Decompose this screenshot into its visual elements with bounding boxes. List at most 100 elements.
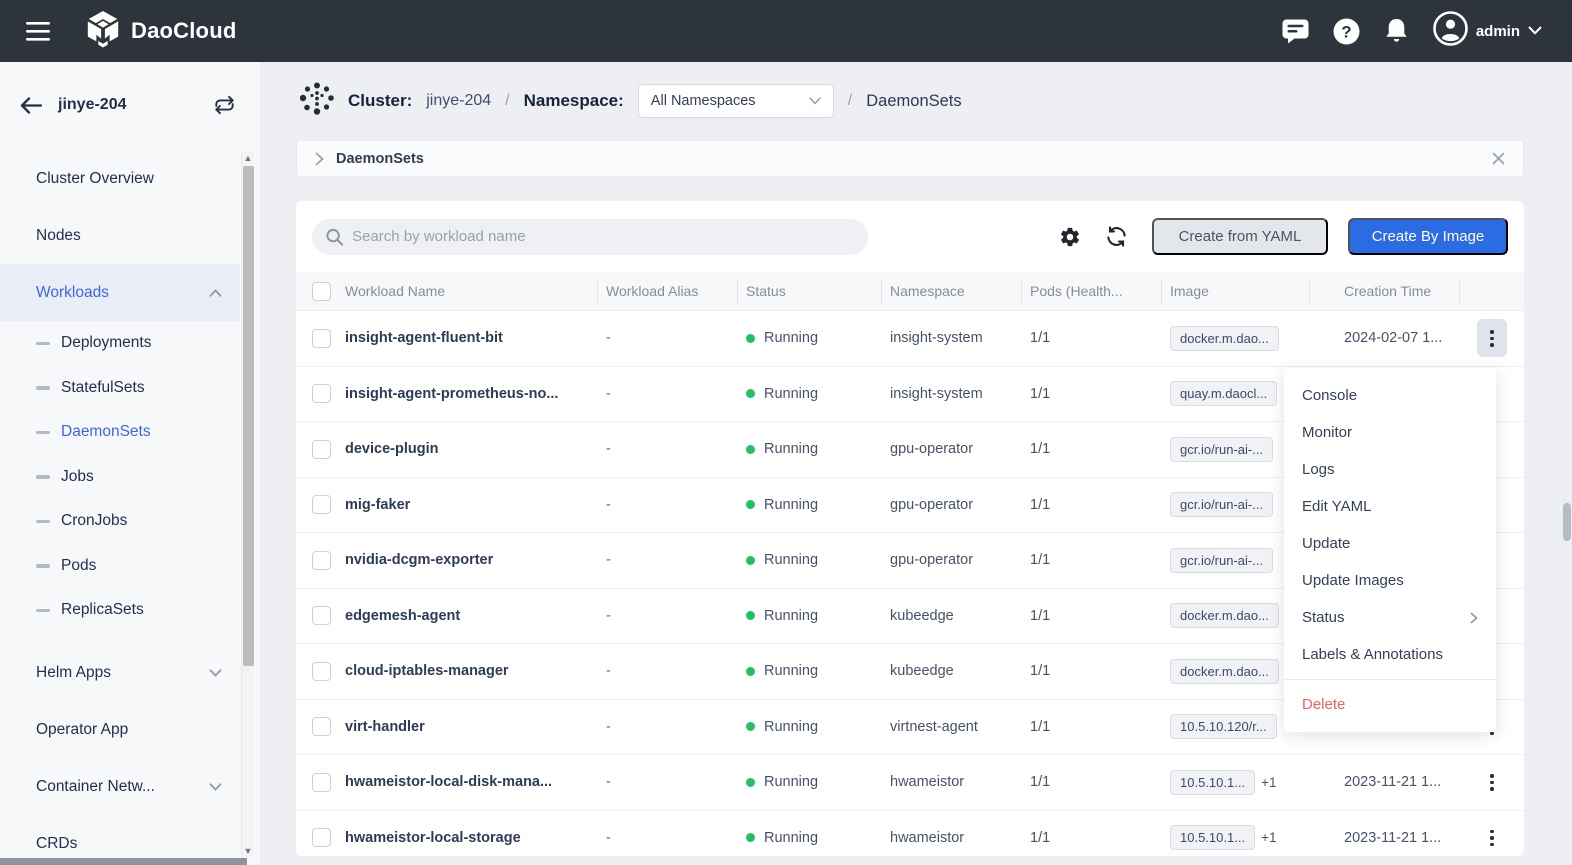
page-scrollbar-thumb[interactable] xyxy=(1563,503,1571,541)
scroll-down-arrow-icon[interactable]: ▼ xyxy=(242,845,254,857)
row-checkbox[interactable] xyxy=(312,440,331,459)
sidebar-item-cronjobs[interactable]: CronJobs xyxy=(0,499,240,544)
image-chip: 10.5.10.1... xyxy=(1170,825,1255,850)
row-checkbox[interactable] xyxy=(312,717,331,736)
user-menu[interactable]: admin xyxy=(1433,11,1542,51)
workload-name-link[interactable]: edgemesh-agent xyxy=(344,608,598,624)
menu-item-logs[interactable]: Logs xyxy=(1284,451,1496,488)
workload-name-link[interactable]: insight-agent-fluent-bit xyxy=(344,330,598,346)
col-pods[interactable]: Pods (Health... xyxy=(1022,279,1162,304)
hamburger-icon[interactable] xyxy=(26,22,50,41)
bell-icon[interactable] xyxy=(1384,18,1409,45)
col-image[interactable]: Image xyxy=(1162,279,1310,304)
status-dot-icon xyxy=(746,833,755,842)
menu-item-console[interactable]: Console xyxy=(1284,377,1496,414)
menu-item-labels-annotations[interactable]: Labels & Annotations xyxy=(1284,636,1496,673)
chat-icon[interactable] xyxy=(1282,19,1309,44)
brand[interactable]: DaoCloud xyxy=(84,10,236,53)
back-arrow-icon[interactable] xyxy=(20,97,42,114)
workload-name-link[interactable]: nvidia-dcgm-exporter xyxy=(344,552,598,568)
chevron-right-icon[interactable] xyxy=(315,152,324,166)
menu-item-update[interactable]: Update xyxy=(1284,525,1496,562)
sidebar-item-container-netw[interactable]: Container Netw... xyxy=(0,759,240,816)
image-chip: docker.m.dao... xyxy=(1170,603,1279,628)
status-dot-icon xyxy=(746,722,755,731)
status-dot-icon xyxy=(746,445,755,454)
create-by-image-button[interactable]: Create By Image xyxy=(1348,218,1508,255)
col-creation-time[interactable]: Creation Time xyxy=(1310,279,1460,304)
col-namespace[interactable]: Namespace xyxy=(882,279,1022,304)
chevron-down-icon xyxy=(809,97,821,105)
scroll-up-arrow-icon[interactable]: ▲ xyxy=(242,152,254,164)
namespace-select[interactable]: All Namespaces xyxy=(638,84,834,118)
sidebar-horizontal-scrollbar[interactable] xyxy=(0,858,247,865)
sidebar-item-pods[interactable]: Pods xyxy=(0,544,240,589)
sidebar-item-replicasets[interactable]: ReplicaSets xyxy=(0,588,240,633)
create-from-yaml-button[interactable]: Create from YAML xyxy=(1152,218,1328,255)
sidebar-item-crds[interactable]: CRDs xyxy=(0,816,240,856)
sidebar-item-nodes[interactable]: Nodes xyxy=(0,207,240,264)
cluster-value: jinye-204 xyxy=(426,92,491,110)
row-checkbox[interactable] xyxy=(312,495,331,514)
kebab-menu-button[interactable] xyxy=(1477,819,1507,856)
workload-alias: - xyxy=(598,830,738,846)
help-icon[interactable]: ? xyxy=(1333,18,1360,45)
row-checkbox[interactable] xyxy=(312,551,331,570)
search-box[interactable] xyxy=(312,219,868,255)
menu-item-update-images[interactable]: Update Images xyxy=(1284,562,1496,599)
menu-item-status[interactable]: Status xyxy=(1284,599,1496,636)
menu-item-delete[interactable]: Delete xyxy=(1284,686,1496,723)
sidebar-item-workloads[interactable]: Workloads xyxy=(0,264,240,321)
kebab-menu-button[interactable] xyxy=(1477,763,1507,801)
sidebar-item-jobs[interactable]: Jobs xyxy=(0,455,240,500)
menu-item-edit-yaml[interactable]: Edit YAML xyxy=(1284,488,1496,525)
row-checkbox[interactable] xyxy=(312,773,331,792)
gear-icon[interactable] xyxy=(1052,219,1088,255)
workload-name-link[interactable]: device-plugin xyxy=(344,441,598,457)
status-cell: Running xyxy=(738,663,882,679)
sidebar-item-helm-apps[interactable]: Helm Apps xyxy=(0,645,240,702)
workload-name-link[interactable]: hwameistor-local-storage xyxy=(344,830,598,846)
row-checkbox[interactable] xyxy=(312,329,331,348)
kebab-menu-button[interactable] xyxy=(1477,319,1507,357)
sidebar-item-statefulsets[interactable]: StatefulSets xyxy=(0,366,240,411)
sidebar-vertical-scrollbar[interactable]: ▲ ▼ xyxy=(241,152,254,857)
breadcrumb-separator: / xyxy=(848,92,852,110)
image-chip: quay.m.daocl... xyxy=(1170,381,1277,406)
page-scrollbar[interactable] xyxy=(1562,62,1572,865)
scrollbar-thumb[interactable] xyxy=(243,166,254,666)
sidebar-item-daemonsets[interactable]: DaemonSets xyxy=(0,410,240,455)
workload-name-link[interactable]: insight-agent-prometheus-no... xyxy=(344,386,598,402)
search-input[interactable] xyxy=(352,228,854,245)
sidebar-item-operator-app[interactable]: Operator App xyxy=(0,702,240,759)
close-icon[interactable] xyxy=(1492,152,1505,165)
row-checkbox[interactable] xyxy=(312,606,331,625)
image-chip: gcr.io/run-ai-... xyxy=(1170,492,1273,517)
row-checkbox[interactable] xyxy=(312,828,331,847)
workload-name-link[interactable]: mig-faker xyxy=(344,497,598,513)
workload-name-link[interactable]: hwameistor-local-disk-mana... xyxy=(344,774,598,790)
status-dot-icon xyxy=(746,667,755,676)
select-all-checkbox[interactable] xyxy=(312,282,331,301)
sidebar-item-deployments[interactable]: Deployments xyxy=(0,321,240,366)
swap-cluster-icon[interactable] xyxy=(213,95,236,115)
col-workload-name[interactable]: Workload Name xyxy=(344,279,598,304)
sidebar-item-cluster-overview[interactable]: Cluster Overview xyxy=(0,150,240,207)
table-toolbar: Create from YAML Create By Image xyxy=(296,201,1524,272)
image-chip: gcr.io/run-ai-... xyxy=(1170,437,1273,462)
workload-name-link[interactable]: virt-handler xyxy=(344,719,598,735)
menu-item-monitor[interactable]: Monitor xyxy=(1284,414,1496,451)
cluster-dots-icon xyxy=(300,82,334,121)
image-cell: 10.5.10.1...+1 xyxy=(1162,825,1310,850)
pods-cell: 1/1 xyxy=(1022,386,1162,402)
row-checkbox[interactable] xyxy=(312,662,331,681)
pods-cell: 1/1 xyxy=(1022,330,1162,346)
row-checkbox[interactable] xyxy=(312,384,331,403)
table-header: Workload Name Workload Alias Status Name… xyxy=(296,272,1524,311)
tab-title[interactable]: DaemonSets xyxy=(336,151,424,167)
workload-name-link[interactable]: cloud-iptables-manager xyxy=(344,663,598,679)
col-workload-alias[interactable]: Workload Alias xyxy=(598,279,738,304)
refresh-icon[interactable] xyxy=(1098,219,1134,255)
status-cell: Running xyxy=(738,330,882,346)
col-status[interactable]: Status xyxy=(738,279,882,304)
